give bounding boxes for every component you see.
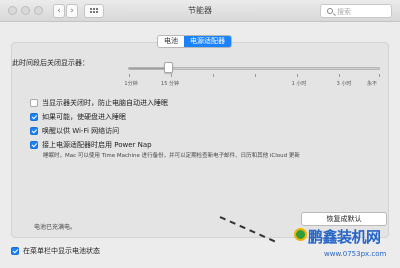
slider-tick: [213, 74, 214, 77]
option-label: 当显示器关闭时，防止电脑自动进入睡眠: [42, 99, 168, 107]
option-label: 唤醒以供 Wi-Fi 网络访问: [42, 127, 120, 135]
title-bar: ‹ › 节能器 搜索: [0, 0, 400, 22]
slider-fill: [129, 68, 169, 69]
option-power-nap[interactable]: 接上电源适配器时启用 Power Nap: [30, 140, 152, 150]
slider-tick: [255, 74, 256, 77]
slider-tick: [129, 74, 130, 77]
option-label: 如果可能，使硬盘进入睡眠: [42, 113, 126, 121]
power-nap-description: 睡眠时，Mac 可以使用 Time Machine 进行备份，并可以定期检查新电…: [43, 153, 300, 159]
option-label: 接上电源适配器时启用 Power Nap: [42, 141, 152, 149]
tick-label-never: 永不: [366, 81, 377, 87]
slider-tick: [379, 74, 380, 77]
slider-tick: [297, 74, 298, 77]
option-wake-wifi[interactable]: 唤醒以供 Wi-Fi 网络访问: [30, 126, 119, 136]
tick-label-15min: 15 分钟: [161, 81, 179, 87]
battery-status-text: 电池已充满电。: [34, 224, 77, 231]
wake-wifi-checkbox[interactable]: [30, 127, 38, 135]
option-show-battery-menubar[interactable]: 在菜单栏中显示电池状态: [11, 246, 100, 256]
watermark-url: www.0753px.com: [324, 250, 387, 258]
search-icon: [327, 8, 333, 14]
search-input[interactable]: 搜索: [320, 4, 392, 18]
show-battery-checkbox[interactable]: [11, 247, 19, 255]
watermark-logo-icon: [294, 228, 307, 241]
tick-label-1h: 1 小时: [291, 81, 307, 87]
watermark: 鹏鑫装机网 www.0753px.com: [294, 226, 398, 266]
display-sleep-label: 此时间段后关闭显示器：: [12, 59, 89, 67]
slider-knob[interactable]: [164, 62, 174, 73]
watermark-title: 鹏鑫装机网: [308, 228, 381, 246]
option-label: 在菜单栏中显示电池状态: [23, 247, 100, 255]
slider-tick: [339, 74, 340, 77]
power-nap-checkbox[interactable]: [30, 141, 38, 149]
slider-tick: [171, 74, 172, 77]
search-placeholder: 搜索: [337, 8, 351, 16]
prevent-sleep-checkbox[interactable]: [30, 99, 38, 107]
tick-label-1min: 1分钟: [124, 81, 138, 87]
tab-power-adapter[interactable]: 电源适配器: [184, 36, 231, 47]
tab-bar: 电池 电源适配器: [157, 35, 232, 48]
option-disk-sleep[interactable]: 如果可能，使硬盘进入睡眠: [30, 112, 126, 122]
option-prevent-sleep[interactable]: 当显示器关闭时，防止电脑自动进入睡眠: [30, 98, 168, 108]
disk-sleep-checkbox[interactable]: [30, 113, 38, 121]
tick-label-3h: 3 小时: [336, 81, 352, 87]
tab-battery[interactable]: 电池: [158, 36, 184, 47]
restore-defaults-button[interactable]: 恢复成默认: [301, 212, 387, 226]
